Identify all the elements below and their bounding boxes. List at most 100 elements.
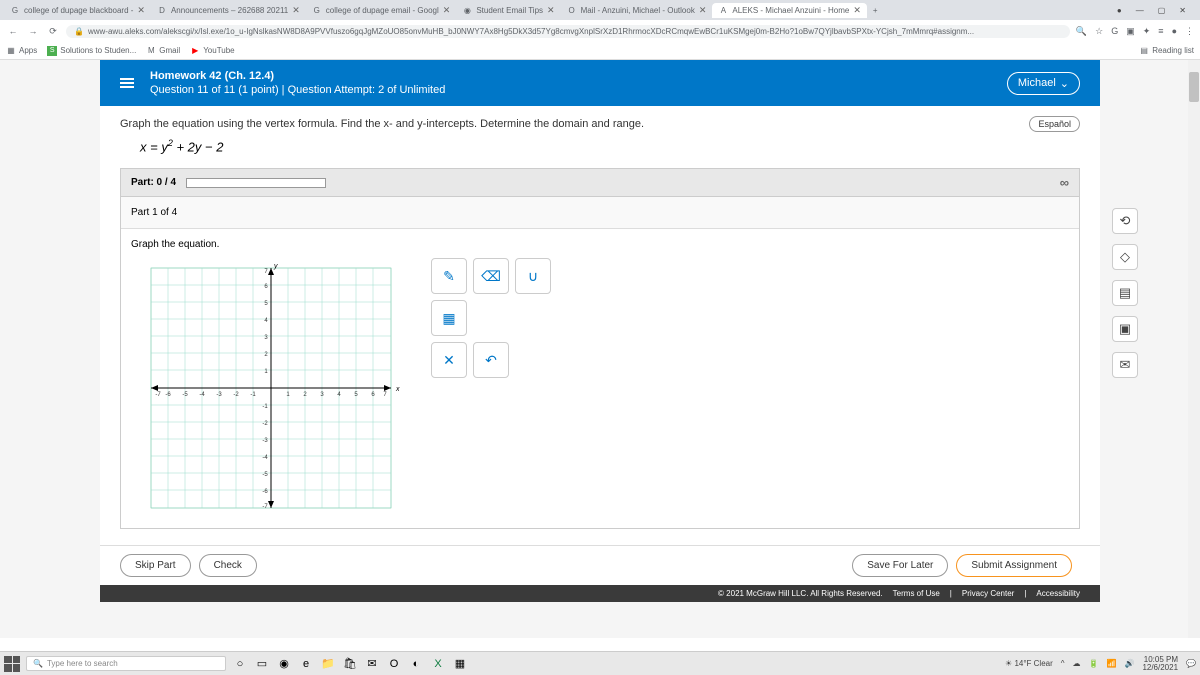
- scrollbar-thumb[interactable]: [1189, 72, 1199, 102]
- svg-text:y: y: [273, 263, 278, 270]
- apps-label: Apps: [19, 46, 37, 55]
- taskbar-search[interactable]: 🔍 Type here to search: [26, 656, 226, 671]
- discord-icon[interactable]: ◐: [408, 656, 424, 672]
- svg-text:-7: -7: [155, 392, 161, 398]
- language-toggle[interactable]: Español: [1029, 116, 1080, 132]
- loop-icon[interactable]: ∞: [1060, 175, 1069, 190]
- footer-link[interactable]: Terms of Use: [893, 589, 940, 598]
- taskview-icon[interactable]: ▭: [254, 656, 270, 672]
- notifications-icon[interactable]: 💬: [1186, 659, 1196, 668]
- start-button[interactable]: [4, 656, 20, 672]
- close-window-icon[interactable]: ✕: [1179, 6, 1186, 15]
- user-badge[interactable]: Michael ⌄: [1007, 72, 1080, 95]
- apps-button[interactable]: ▦Apps: [6, 46, 37, 56]
- tab-2[interactable]: Gcollege of dupage email - Googl✕: [306, 3, 457, 18]
- undo-tool[interactable]: ↶: [473, 342, 509, 378]
- notes-icon[interactable]: ▤: [1112, 280, 1138, 306]
- puzzle-icon[interactable]: ✦: [1143, 26, 1151, 37]
- close-icon[interactable]: ✕: [292, 5, 300, 16]
- edge-icon[interactable]: e: [298, 656, 314, 672]
- tab-1[interactable]: DAnnouncements – 262688 20211✕: [151, 3, 306, 18]
- tab-5-active[interactable]: AALEKS - Michael Anzuini - Home✕: [712, 3, 866, 18]
- diamond-icon[interactable]: ◇: [1112, 244, 1138, 270]
- bookmark-label: Gmail: [159, 46, 180, 55]
- pencil-tool[interactable]: ✎: [431, 258, 467, 294]
- footer-link[interactable]: Privacy Center: [962, 589, 1014, 598]
- translate-icon[interactable]: G: [1111, 26, 1118, 37]
- weather-widget[interactable]: ☀ 14°F Clear: [1005, 659, 1053, 668]
- reset-icon[interactable]: ⟲: [1112, 208, 1138, 234]
- battery-icon[interactable]: 🔋: [1089, 659, 1099, 668]
- slader-icon: S: [47, 46, 57, 56]
- close-icon[interactable]: ✕: [853, 5, 861, 16]
- extension-icon[interactable]: ▣: [1126, 26, 1135, 37]
- date: 12/6/2021: [1142, 664, 1178, 672]
- scrollbar[interactable]: [1188, 60, 1200, 638]
- footer-link[interactable]: Accessibility: [1036, 589, 1080, 598]
- reload-icon[interactable]: ⟳: [46, 26, 60, 37]
- footer: © 2021 McGraw Hill LLC. All Rights Reser…: [100, 585, 1100, 602]
- cortana-icon[interactable]: ○: [232, 656, 248, 672]
- maximize-icon[interactable]: ▢: [1158, 6, 1166, 15]
- readinglist-icon[interactable]: ≡: [1158, 26, 1163, 37]
- svg-text:-4: -4: [199, 392, 205, 398]
- parabola-tool[interactable]: ∪: [515, 258, 551, 294]
- star-icon[interactable]: ☆: [1095, 26, 1103, 37]
- bookmark-item[interactable]: SSolutions to Studen...: [47, 46, 136, 56]
- svg-text:-6: -6: [262, 489, 268, 495]
- minimize-icon[interactable]: —: [1136, 6, 1144, 15]
- tray-chevron-icon[interactable]: ^: [1061, 659, 1065, 668]
- bookmark-item[interactable]: MGmail: [146, 46, 180, 56]
- tab-4[interactable]: OMail - Anzuini, Michael - Outlook✕: [561, 3, 713, 18]
- profile-icon[interactable]: ●: [1172, 26, 1177, 37]
- homework-title: Homework 42 (Ch. 12.4): [150, 70, 1007, 82]
- svg-text:-5: -5: [262, 472, 268, 478]
- office-icon[interactable]: O: [386, 656, 402, 672]
- new-tab-button[interactable]: +: [867, 4, 884, 17]
- favicon-icon: O: [567, 5, 577, 15]
- close-icon[interactable]: ✕: [137, 5, 145, 16]
- eraser-tool[interactable]: ⌫: [473, 258, 509, 294]
- explorer-icon[interactable]: 📁: [320, 656, 336, 672]
- save-for-later-button[interactable]: Save For Later: [852, 554, 948, 577]
- svg-text:-1: -1: [250, 392, 256, 398]
- reading-list-button[interactable]: ▤Reading list: [1139, 46, 1194, 56]
- close-icon[interactable]: ✕: [547, 5, 555, 16]
- wifi-icon[interactable]: 📶: [1107, 659, 1117, 668]
- parts-progress-header: Part: 0 / 4 ∞: [120, 168, 1080, 197]
- tab-3[interactable]: ◉Student Email Tips✕: [456, 3, 560, 18]
- clear-tool[interactable]: ✕: [431, 342, 467, 378]
- hamburger-icon[interactable]: [120, 78, 134, 88]
- store-icon[interactable]: 🛍: [342, 656, 358, 672]
- skip-part-button[interactable]: Skip Part: [120, 554, 191, 577]
- side-tool-rail: ⟲ ◇ ▤ ▣ ✉: [1112, 208, 1138, 378]
- bookmark-item[interactable]: ▶YouTube: [190, 46, 234, 56]
- close-icon[interactable]: ✕: [443, 5, 451, 16]
- forward-icon[interactable]: →: [26, 26, 40, 36]
- coordinate-plane[interactable]: x y -6-5-4-3-2-1 123456 1234567 -1-2-3-4…: [131, 258, 411, 518]
- account-icon[interactable]: ●: [1117, 6, 1122, 15]
- favicon-icon: G: [312, 5, 322, 15]
- submit-assignment-button[interactable]: Submit Assignment: [956, 554, 1072, 577]
- favicon-icon: D: [157, 5, 167, 15]
- mail-icon[interactable]: ✉: [1112, 352, 1138, 378]
- calculator-icon[interactable]: ▣: [1112, 316, 1138, 342]
- tab-0[interactable]: Gcollege of dupage blackboard - ✕: [4, 3, 151, 18]
- fill-tool[interactable]: ▦: [431, 300, 467, 336]
- search-icon[interactable]: 🔍: [1076, 26, 1087, 37]
- excel-icon[interactable]: X: [430, 656, 446, 672]
- svg-text:-6: -6: [165, 392, 171, 398]
- back-icon[interactable]: ←: [6, 26, 20, 36]
- question-prompt: Graph the equation using the vertex form…: [120, 118, 1080, 130]
- app-icon[interactable]: ▦: [452, 656, 468, 672]
- menu-icon[interactable]: ⋮: [1185, 26, 1194, 37]
- url-field[interactable]: 🔒 www-awu.aleks.com/alekscgi/x/Isl.exe/1…: [66, 25, 1070, 38]
- check-button[interactable]: Check: [199, 554, 257, 577]
- chrome-icon[interactable]: ◉: [276, 656, 292, 672]
- close-icon[interactable]: ✕: [699, 5, 707, 16]
- favicon-icon: G: [10, 5, 20, 15]
- mail-icon[interactable]: ✉: [364, 656, 380, 672]
- onedrive-icon[interactable]: ☁: [1073, 659, 1081, 668]
- clock[interactable]: 10:05 PM 12/6/2021: [1142, 656, 1178, 672]
- volume-icon[interactable]: 🔊: [1124, 659, 1134, 668]
